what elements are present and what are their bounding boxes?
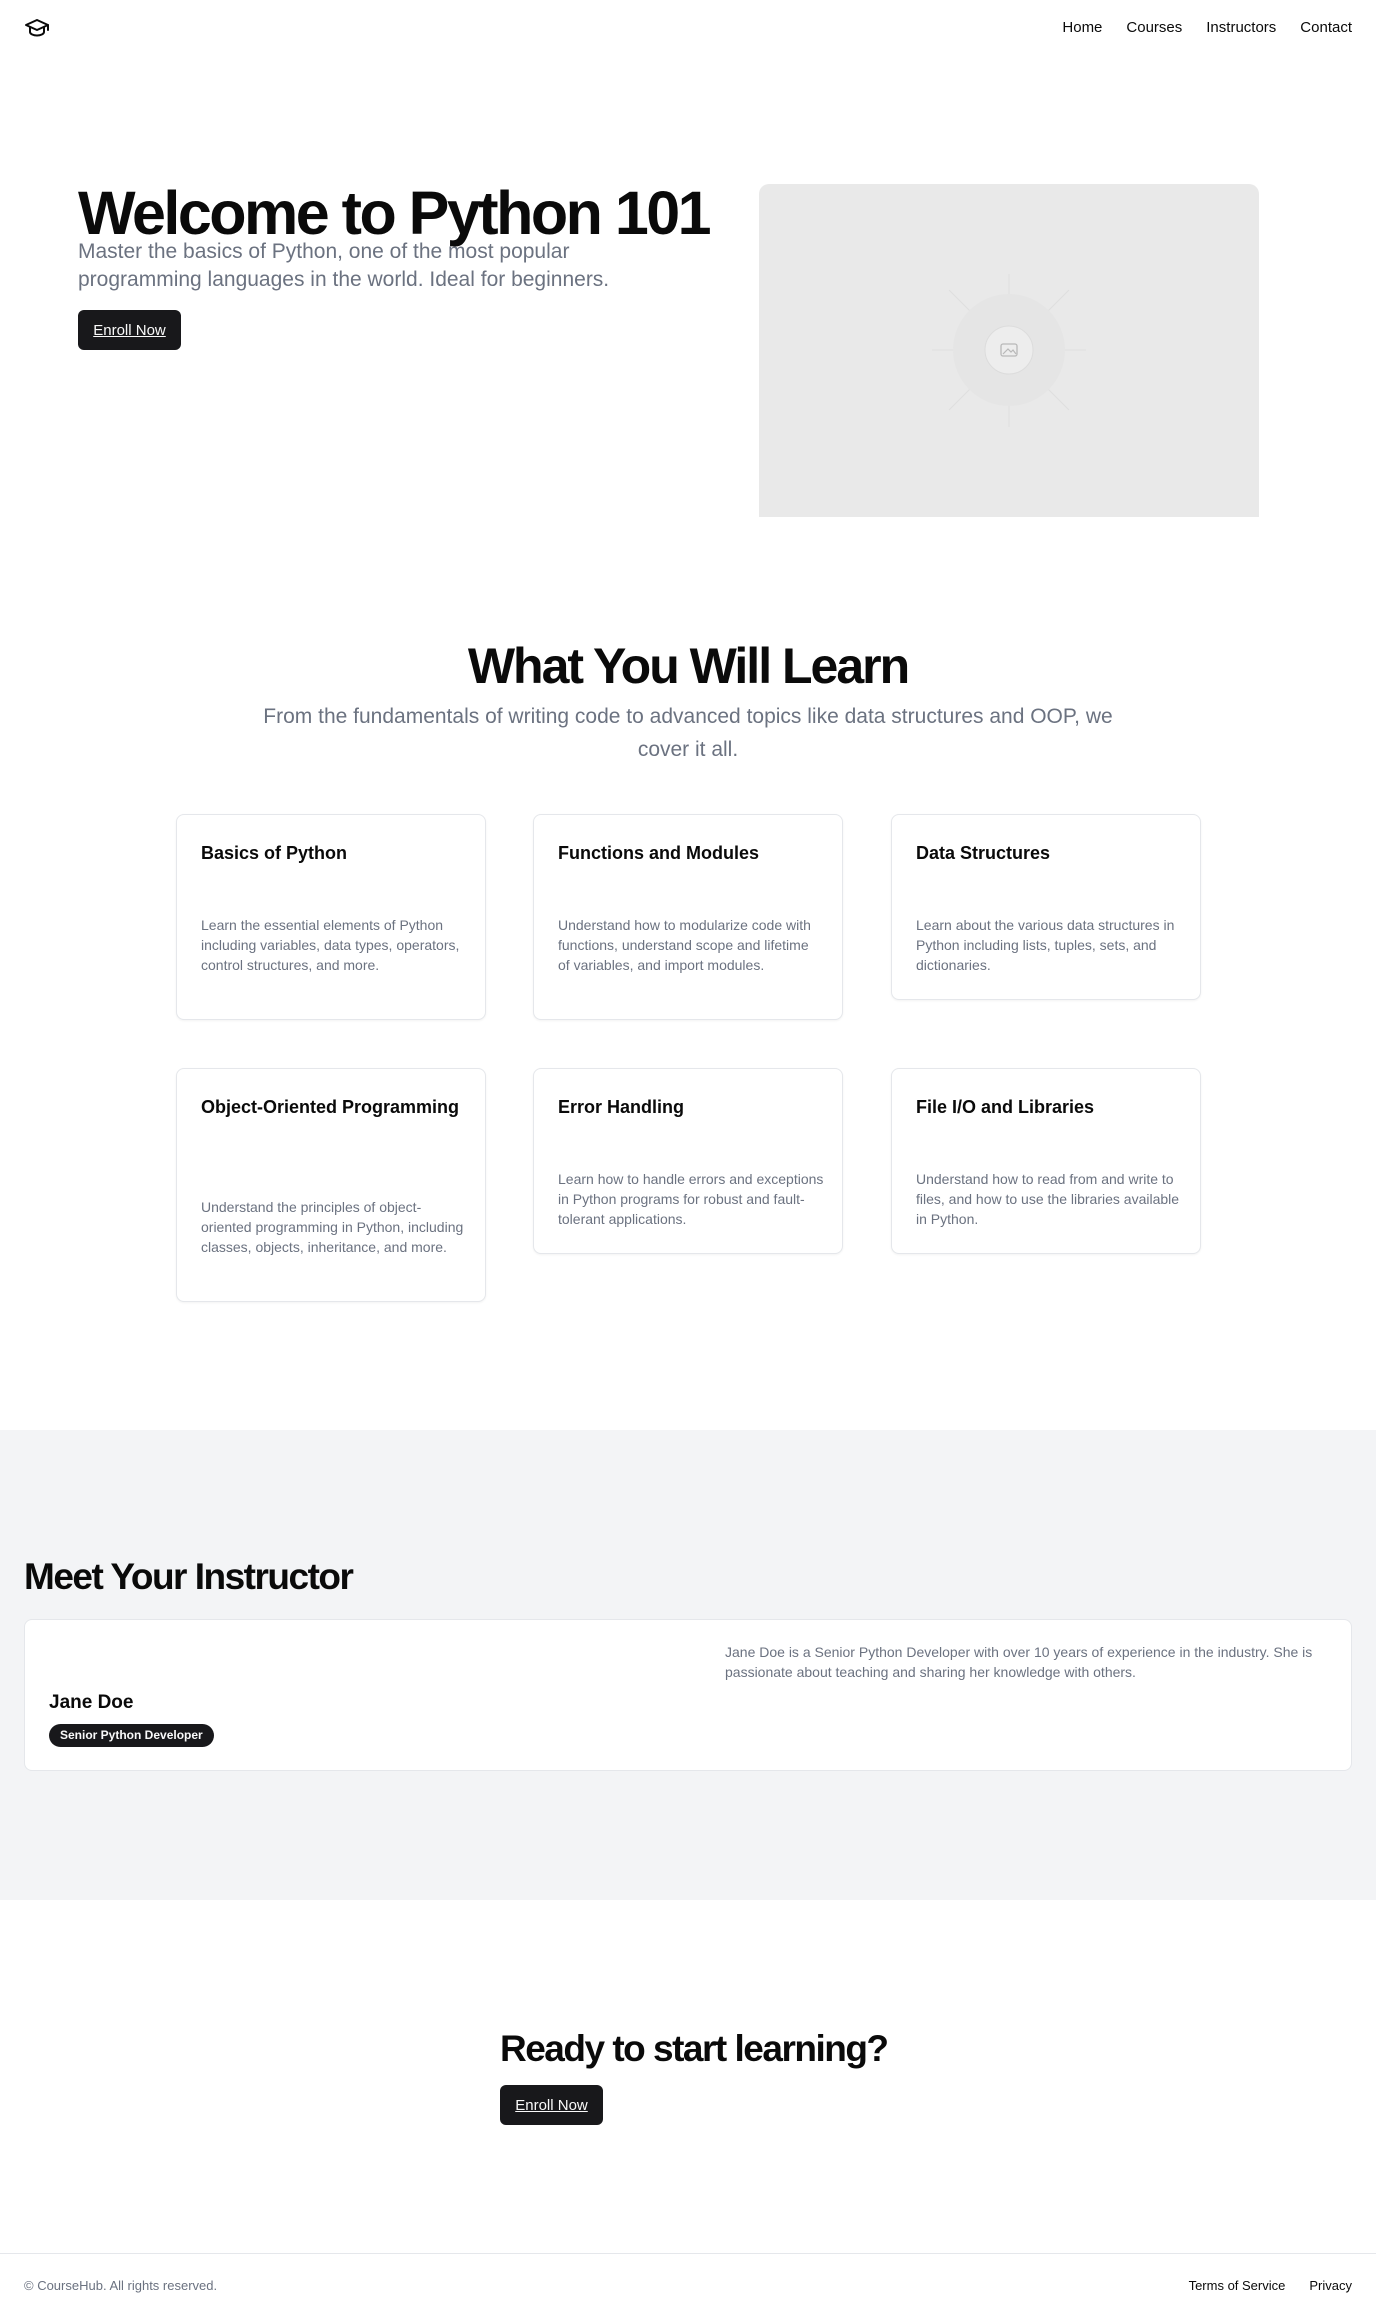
main-nav: Home Courses Instructors Contact bbox=[1062, 18, 1352, 38]
hero-image-placeholder bbox=[759, 184, 1259, 517]
nav-contact[interactable]: Contact bbox=[1300, 18, 1352, 38]
course-card: File I/O and Libraries Understand how to… bbox=[891, 1068, 1201, 1254]
hero-subtitle: Master the basics of Python, one of the … bbox=[78, 240, 610, 291]
site-footer: © CourseHub. All rights reserved. Terms … bbox=[0, 2253, 1376, 2317]
cta-title: Ready to start learning? bbox=[500, 2028, 889, 2069]
cta-enroll-button[interactable]: Enroll Now bbox=[500, 2085, 603, 2125]
instructor-role-badge: Senior Python Developer bbox=[49, 1724, 214, 1747]
footer-link-terms[interactable]: Terms of Service bbox=[1189, 2276, 1286, 2296]
graduation-cap-icon[interactable] bbox=[24, 16, 50, 40]
nav-courses[interactable]: Courses bbox=[1126, 18, 1182, 38]
footer-links: Terms of Service Privacy bbox=[1189, 2276, 1352, 2296]
card-description: Understand how to read from and write to… bbox=[916, 1171, 1180, 1227]
copyright-text: © CourseHub. All rights reserved. bbox=[24, 2278, 218, 2293]
course-card: Functions and Modules Understand how to … bbox=[533, 814, 843, 1020]
card-title: Error Handling bbox=[558, 1097, 685, 1117]
instructor-card: Jane Doe Senior Python Developer Jane Do… bbox=[24, 1619, 1352, 1771]
learn-section-title: What You Will Learn bbox=[467, 638, 910, 694]
nav-instructors[interactable]: Instructors bbox=[1206, 18, 1276, 38]
course-card: Object-Oriented Programming Understand t… bbox=[176, 1068, 486, 1302]
card-description: Learn how to handle errors and exception… bbox=[558, 1171, 824, 1227]
instructor-section-title: Meet Your Instructor bbox=[24, 1556, 354, 1597]
course-card: Error Handling Learn how to handle error… bbox=[533, 1068, 843, 1254]
instructor-name: Jane Doe bbox=[49, 1692, 134, 1713]
card-description: Learn about the various data structures … bbox=[916, 917, 1175, 973]
card-title: Data Structures bbox=[916, 843, 1051, 863]
hero-enroll-button[interactable]: Enroll Now bbox=[78, 310, 181, 350]
image-placeholder-icon bbox=[932, 274, 1086, 427]
card-title: Basics of Python bbox=[201, 843, 348, 863]
course-card: Data Structures Learn about the various … bbox=[891, 814, 1201, 1000]
learn-section-subtitle: From the fundamentals of writing code to… bbox=[263, 705, 1113, 761]
card-title: Functions and Modules bbox=[558, 843, 759, 863]
card-description: Understand how to modularize code with f… bbox=[558, 917, 811, 973]
card-title: Object-Oriented Programming bbox=[201, 1097, 460, 1117]
card-description: Learn the essential elements of Python i… bbox=[201, 917, 460, 973]
card-title: File I/O and Libraries bbox=[916, 1097, 1095, 1117]
instructor-bio: Jane Doe is a Senior Python Developer wi… bbox=[725, 1644, 1313, 1680]
course-card: Basics of Python Learn the essential ele… bbox=[176, 814, 486, 1020]
site-header: Home Courses Instructors Contact bbox=[0, 0, 1376, 56]
card-description: Understand the principles of object-orie… bbox=[201, 1199, 464, 1255]
nav-home[interactable]: Home bbox=[1062, 18, 1102, 38]
footer-link-privacy[interactable]: Privacy bbox=[1309, 2276, 1352, 2296]
